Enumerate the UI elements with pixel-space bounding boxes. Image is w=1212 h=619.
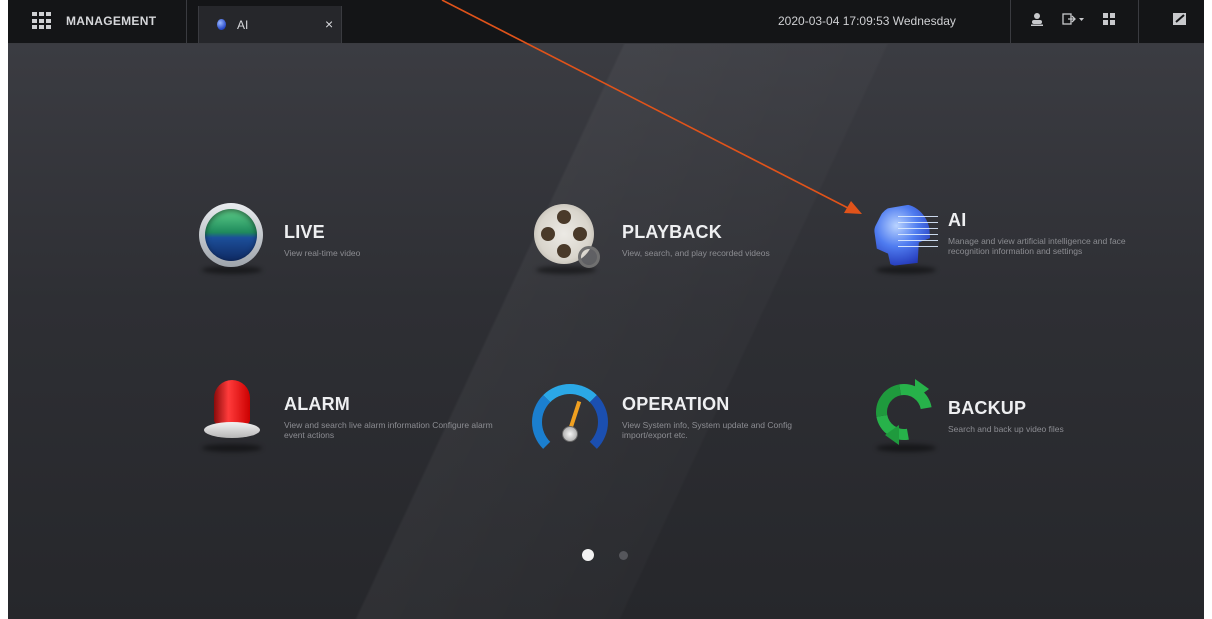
background xyxy=(8,43,1204,619)
management-label[interactable]: MANAGEMENT xyxy=(66,14,156,28)
divider xyxy=(1010,0,1011,43)
tile-title: BACKUP xyxy=(948,398,1027,418)
tab-close-icon[interactable]: × xyxy=(325,16,333,32)
tile-operation[interactable]: OPERATION View System info, System updat… xyxy=(526,378,846,468)
tile-description: Manage and view artificial intelligence … xyxy=(948,236,1126,256)
tile-description: View and search live alarm information C… xyxy=(284,420,493,440)
tab-ai[interactable]: AI × xyxy=(198,6,342,43)
page-dot-2[interactable] xyxy=(619,551,628,560)
sync-arrows-icon xyxy=(865,373,943,452)
page-dot-1[interactable] xyxy=(582,549,594,561)
film-reel-icon xyxy=(530,200,602,274)
live-icon xyxy=(196,200,268,274)
tile-title: AI xyxy=(948,210,967,230)
tile-backup[interactable]: BACKUP Search and back up video files xyxy=(865,373,1170,458)
layout-icon[interactable] xyxy=(1102,12,1116,29)
logout-icon[interactable] xyxy=(1062,12,1086,29)
tile-description: View System info, System update and Conf… xyxy=(622,420,792,440)
grid-menu-icon[interactable] xyxy=(32,12,52,30)
tile-description: View, search, and play recorded videos xyxy=(622,248,770,258)
screen-icon[interactable] xyxy=(1172,12,1188,30)
tile-title: PLAYBACK xyxy=(622,222,722,242)
user-icon[interactable] xyxy=(1030,12,1044,29)
tile-title: LIVE xyxy=(284,222,325,242)
top-bar: MANAGEMENT AI × 2020-03-04 17:09:53 Wedn… xyxy=(8,0,1204,44)
main-menu-screen: MANAGEMENT AI × 2020-03-04 17:09:53 Wedn… xyxy=(8,0,1204,619)
tile-live[interactable]: LIVE View real-time video xyxy=(196,200,426,280)
tile-title: ALARM xyxy=(284,394,350,414)
tab-ai-label: AI xyxy=(237,18,249,32)
divider xyxy=(1138,0,1139,43)
gauge-icon xyxy=(526,378,616,468)
tile-alarm[interactable]: ALARM View and search live alarm informa… xyxy=(196,378,496,458)
divider xyxy=(186,0,187,43)
alarm-light-icon xyxy=(196,378,268,452)
tile-title: OPERATION xyxy=(622,394,730,414)
tile-description: Search and back up video files xyxy=(948,424,1064,434)
datetime-display: 2020-03-04 17:09:53 Wednesday xyxy=(778,14,956,28)
ai-tab-icon xyxy=(217,19,226,30)
tile-ai[interactable]: AI Manage and view artificial intelligen… xyxy=(870,200,1170,280)
tile-playback[interactable]: PLAYBACK View, search, and play recorded… xyxy=(530,200,830,280)
ai-head-icon xyxy=(870,200,942,274)
tile-description: View real-time video xyxy=(284,248,361,258)
